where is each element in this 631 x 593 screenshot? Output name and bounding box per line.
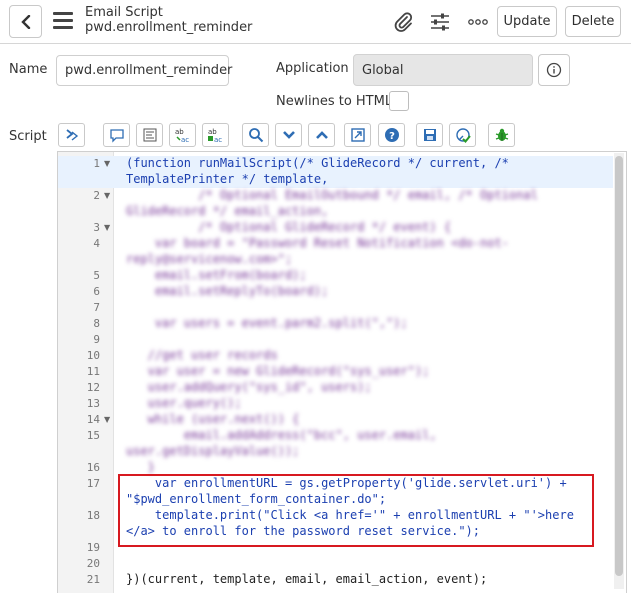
replace-all-icon: abac [207, 128, 222, 143]
help-button[interactable]: ? [378, 123, 405, 147]
code-line[interactable]: /* Optional EmailOutbound */ email, /* O… [126, 188, 538, 202]
line-number: 14 [86, 413, 100, 426]
fullscreen-button[interactable] [344, 123, 371, 147]
code-line[interactable]: var user = new GlideRecord("sys_user"); [126, 364, 430, 378]
record-name-title: pwd.enrollment_reminder [85, 20, 253, 35]
fold-toggle-icon[interactable]: ▼ [104, 415, 110, 424]
code-line[interactable]: (function runMailScript(/* GlideRecord *… [126, 156, 509, 170]
search-icon [248, 128, 263, 143]
chevron-left-icon [20, 14, 30, 29]
code-line[interactable]: email.setReplyTo(board); [126, 284, 328, 298]
replace-icon: abac [175, 128, 189, 143]
fold-toggle-icon[interactable]: ▼ [104, 159, 110, 168]
find-previous-button[interactable] [308, 123, 335, 147]
record-header: Email Script pwd.enrollment_reminder Upd… [0, 0, 631, 44]
code-line[interactable]: //get user records [126, 348, 278, 362]
line-number: 4 [93, 237, 100, 250]
code-line[interactable]: })(current, template, email, email_actio… [126, 572, 487, 586]
settings-sliders-icon[interactable] [428, 10, 452, 34]
find-next-button[interactable] [275, 123, 302, 147]
comment-icon [109, 129, 124, 143]
chevron-down-icon [282, 131, 295, 139]
svg-text:ab: ab [208, 128, 217, 136]
comment-selected-button[interactable] [103, 123, 130, 147]
save-button[interactable] [416, 123, 443, 147]
svg-text:ab: ab [175, 128, 184, 136]
format-code-button[interactable] [136, 123, 163, 147]
line-number: 12 [86, 381, 100, 394]
application-label: Application [276, 61, 349, 76]
update-button[interactable]: Update [497, 6, 557, 37]
check-syntax-icon [455, 128, 471, 143]
line-number: 19 [86, 541, 100, 554]
code-line[interactable]: TemplatePrinter */ template, [126, 172, 328, 186]
code-line[interactable]: user.query(); [126, 396, 242, 410]
code-line[interactable]: reply@servicenow.com>"; [126, 252, 292, 266]
code-line[interactable]: } [126, 460, 155, 474]
code-line[interactable]: var board = "Password Reset Notification… [126, 236, 509, 250]
fold-toggle-icon[interactable]: ▼ [104, 191, 110, 200]
help-icon: ? [384, 128, 399, 142]
code-line[interactable]: user.getDisplayValue()); [126, 444, 299, 458]
line-number: 16 [86, 461, 100, 474]
toggle-syntax-editor-button[interactable] [58, 123, 85, 147]
code-line[interactable]: GlideRecord */ email_action, [126, 204, 328, 218]
script-debugger-button[interactable] [488, 123, 515, 147]
line-number: 5 [93, 269, 100, 282]
code-line[interactable]: while (user.next()) { [126, 412, 300, 426]
script-label: Script [9, 129, 47, 144]
syntax-toggle-icon [65, 129, 78, 141]
line-number: 21 [86, 573, 100, 586]
bug-icon [495, 128, 508, 141]
line-number: 15 [86, 429, 100, 442]
fold-toggle-icon[interactable]: ▼ [104, 223, 110, 232]
chevron-up-icon [315, 131, 328, 139]
format-code-icon [143, 128, 156, 142]
annotation-highlight-box [118, 474, 594, 547]
application-info-button[interactable] [538, 54, 570, 86]
line-number: 10 [86, 349, 100, 362]
line-number: 20 [86, 557, 100, 570]
info-icon [546, 62, 562, 78]
line-number: 18 [86, 509, 100, 522]
code-line[interactable]: user.addQuery("sys_id", users); [126, 380, 372, 394]
editor-scrollbar-thumb[interactable] [615, 156, 623, 576]
line-number: 13 [86, 397, 100, 410]
back-button[interactable] [9, 5, 42, 38]
line-number: 17 [86, 477, 100, 490]
code-line[interactable]: var users = event.parm2.split(","); [126, 316, 408, 330]
svg-text:ac: ac [181, 136, 189, 143]
hamburger-menu-icon[interactable] [53, 12, 73, 30]
svg-text:ac: ac [214, 136, 222, 143]
line-number: 11 [86, 365, 100, 378]
name-label: Name [9, 62, 48, 77]
save-icon [423, 129, 436, 141]
record-type-title: Email Script [85, 5, 163, 20]
code-line[interactable]: /* Optional GlideRecord */ event) { [126, 220, 451, 234]
line-number: 8 [93, 317, 100, 330]
line-number: 6 [93, 285, 100, 298]
code-line[interactable]: email.setFrom(board); [126, 268, 307, 282]
expand-icon [350, 128, 365, 142]
line-number: 1 [93, 157, 100, 170]
name-input[interactable]: pwd.enrollment_reminder [56, 55, 232, 86]
newlines-to-html-checkbox[interactable] [389, 91, 409, 111]
svg-text:?: ? [389, 131, 395, 142]
code-line[interactable]: email.addAddress("bcc", user.email, [126, 428, 437, 442]
application-field: Global [353, 54, 533, 86]
line-number: 2 [93, 189, 100, 202]
replace-all-button[interactable]: ab ac [202, 123, 229, 147]
replace-button[interactable]: ab ac [169, 123, 196, 147]
check-syntax-button[interactable] [449, 123, 476, 147]
attachment-paperclip-icon[interactable] [391, 10, 415, 34]
delete-button[interactable]: Delete [565, 6, 621, 37]
search-button[interactable] [242, 123, 269, 147]
line-number: 3 [93, 221, 100, 234]
line-number: 9 [93, 333, 100, 346]
more-options-icon[interactable] [466, 10, 490, 34]
line-number: 7 [93, 301, 100, 314]
newlines-to-html-label: Newlines to HTML [276, 94, 393, 109]
